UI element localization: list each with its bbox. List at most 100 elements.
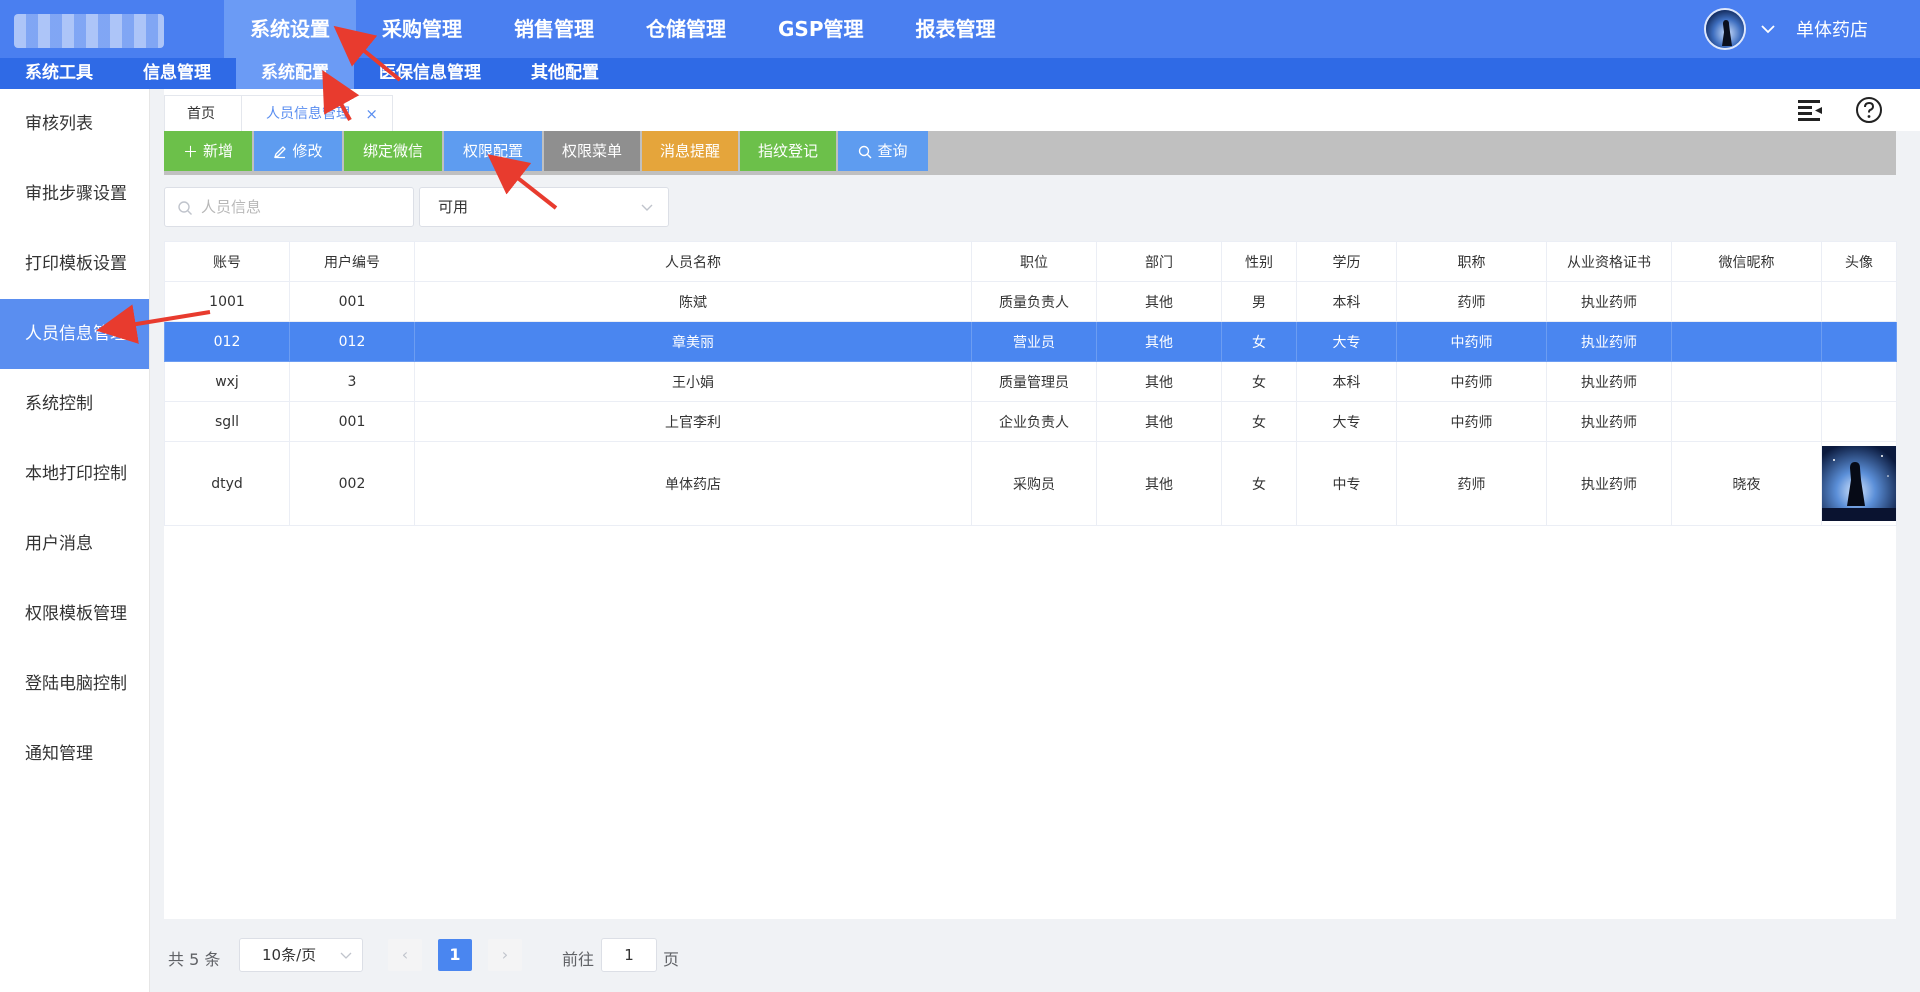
query-button[interactable]: 查询 <box>838 131 928 171</box>
table-header-row: 账号 用户编号 人员名称 职位 部门 性别 学历 职称 从业资格证书 微信昵称 … <box>164 241 1897 282</box>
user-avatar-icon[interactable] <box>1704 8 1746 50</box>
add-button[interactable]: ＋新增 <box>164 131 252 171</box>
sub-nav: 系统工具 信息管理 系统配置 医保信息管理 其他配置 <box>0 58 1920 89</box>
next-page-button[interactable]: › <box>488 939 522 971</box>
column-header[interactable]: 账号 <box>164 241 290 282</box>
main-nav-sales[interactable]: 销售管理 <box>488 0 620 58</box>
user-menu[interactable]: 单体药店 <box>1704 0 1868 58</box>
close-icon[interactable]: × <box>365 96 378 132</box>
sidebar-item-user-messages[interactable]: 用户消息 <box>0 509 149 579</box>
table-row[interactable]: 1001 001 陈斌 质量负责人 其他 男 本科 药师 执业药师 <box>164 281 1897 322</box>
tab-staff-info[interactable]: 人员信息管理 × <box>241 95 393 131</box>
column-header[interactable]: 头像 <box>1821 241 1897 282</box>
main-nav-system-settings[interactable]: 系统设置 <box>224 0 356 58</box>
table-cell: 质量负责人 <box>971 281 1097 322</box>
table-cell: 女 <box>1221 321 1297 362</box>
table-cell: 012 <box>289 321 415 362</box>
plus-icon: ＋ <box>182 142 198 161</box>
pagination: 共 5 条 10条/页 ‹ 1 › 前往 页 <box>164 930 1896 980</box>
sidebar-item-system-control[interactable]: 系统控制 <box>0 369 149 439</box>
page-size-select[interactable]: 10条/页 <box>239 938 363 972</box>
message-remind-button[interactable]: 消息提醒 <box>642 131 738 171</box>
table-cell: 大专 <box>1296 401 1397 442</box>
table-cell: 上官李利 <box>414 401 972 442</box>
column-header[interactable]: 职称 <box>1396 241 1547 282</box>
logo <box>14 14 164 48</box>
table-cell: 企业负责人 <box>971 401 1097 442</box>
sidebar-item-approval-steps[interactable]: 审批步骤设置 <box>0 159 149 229</box>
table-cell: 中药师 <box>1396 321 1547 362</box>
tab-home[interactable]: 首页 <box>164 95 242 131</box>
table-cell: 女 <box>1221 361 1297 402</box>
table-row[interactable]: sgll 001 上官李利 企业负责人 其他 女 大专 中药师 执业药师 <box>164 401 1897 442</box>
goto-page-input[interactable] <box>601 938 657 972</box>
permission-menu-button[interactable]: 权限菜单 <box>544 131 640 171</box>
table-cell: 其他 <box>1096 401 1222 442</box>
status-select[interactable]: 可用 <box>419 187 669 227</box>
sidebar-item-staff-info[interactable]: 人员信息管理 <box>0 299 149 369</box>
column-header[interactable]: 用户编号 <box>289 241 415 282</box>
user-avatar-image[interactable] <box>1822 446 1896 521</box>
main-nav-gsp[interactable]: GSP管理 <box>752 0 889 58</box>
staff-search-field[interactable] <box>164 187 414 227</box>
main-nav-warehouse[interactable]: 仓储管理 <box>620 0 752 58</box>
column-header[interactable]: 从业资格证书 <box>1546 241 1672 282</box>
page-1-button[interactable]: 1 <box>438 939 472 971</box>
sidebar-item-permission-templates[interactable]: 权限模板管理 <box>0 579 149 649</box>
avatar-cell <box>1821 321 1897 362</box>
chevron-down-icon <box>340 952 352 959</box>
table-cell: 002 <box>289 441 415 526</box>
column-header[interactable]: 人员名称 <box>414 241 972 282</box>
table-row-selected[interactable]: 012 012 章美丽 营业员 其他 女 大专 中药师 执业药师 <box>164 321 1897 362</box>
chevron-down-icon[interactable] <box>1760 21 1776 37</box>
table-cell <box>1671 361 1822 402</box>
table-cell: 女 <box>1221 441 1297 526</box>
sidebar-item-audit-list[interactable]: 审核列表 <box>0 89 149 159</box>
sidebar-item-notifications[interactable]: 通知管理 <box>0 719 149 789</box>
tab-label: 人员信息管理 <box>266 106 350 122</box>
table-cell: 药师 <box>1396 281 1547 322</box>
sub-nav-system-config[interactable]: 系统配置 <box>236 58 354 89</box>
table-cell: 药师 <box>1396 441 1547 526</box>
sub-header: 系统工具 信息管理 系统配置 医保信息管理 其他配置 <box>0 58 1920 89</box>
table-cell: 执业药师 <box>1546 361 1672 402</box>
table-cell: 女 <box>1221 401 1297 442</box>
table-cell: 其他 <box>1096 441 1222 526</box>
main-nav-reports[interactable]: 报表管理 <box>889 0 1021 58</box>
column-header[interactable]: 部门 <box>1096 241 1222 282</box>
top-header: 系统设置 采购管理 销售管理 仓储管理 GSP管理 报表管理 单体药店 <box>0 0 1920 58</box>
help-icon[interactable] <box>1854 95 1884 125</box>
bind-wechat-button[interactable]: 绑定微信 <box>344 131 442 171</box>
column-header[interactable]: 性别 <box>1221 241 1297 282</box>
user-name[interactable]: 单体药店 <box>1796 16 1868 42</box>
sidebar-item-login-computer[interactable]: 登陆电脑控制 <box>0 649 149 719</box>
sub-nav-other-config[interactable]: 其他配置 <box>506 58 624 89</box>
goto-prefix: 前往 <box>562 950 595 969</box>
table-cell: 中药师 <box>1396 401 1547 442</box>
action-toolbar: ＋新增 修改 绑定微信 权限配置 权限菜单 消息提醒 指纹登记 查询 <box>164 131 1896 175</box>
sidebar-item-local-print[interactable]: 本地打印控制 <box>0 439 149 509</box>
sub-nav-system-tools[interactable]: 系统工具 <box>0 58 118 89</box>
table-row[interactable]: dtyd 002 单体药店 采购员 其他 女 中专 药师 执业药师 晓夜 <box>164 441 1897 526</box>
table-cell: 001 <box>289 401 415 442</box>
table-row[interactable]: wxj 3 王小娟 质量管理员 其他 女 本科 中药师 执业药师 <box>164 361 1897 402</box>
table-cell: 男 <box>1221 281 1297 322</box>
sidebar: 审核列表 审批步骤设置 打印模板设置 人员信息管理 系统控制 本地打印控制 用户… <box>0 89 150 992</box>
table-cell: 中专 <box>1296 441 1397 526</box>
table-cell: 012 <box>164 321 290 362</box>
column-header[interactable]: 微信昵称 <box>1671 241 1822 282</box>
permission-config-button[interactable]: 权限配置 <box>444 131 542 171</box>
main-nav-purchase[interactable]: 采购管理 <box>356 0 488 58</box>
menu-collapse-icon[interactable] <box>1795 95 1825 125</box>
fingerprint-register-button[interactable]: 指纹登记 <box>740 131 836 171</box>
column-header[interactable]: 学历 <box>1296 241 1397 282</box>
sidebar-item-print-templates[interactable]: 打印模板设置 <box>0 229 149 299</box>
prev-page-button[interactable]: ‹ <box>388 939 422 971</box>
edit-button[interactable]: 修改 <box>254 131 342 171</box>
sub-nav-insurance-info[interactable]: 医保信息管理 <box>354 58 506 89</box>
column-header[interactable]: 职位 <box>971 241 1097 282</box>
table-cell: 采购员 <box>971 441 1097 526</box>
sub-nav-info-management[interactable]: 信息管理 <box>118 58 236 89</box>
table-cell: 执业药师 <box>1546 441 1672 526</box>
staff-search-input[interactable] <box>201 196 401 218</box>
